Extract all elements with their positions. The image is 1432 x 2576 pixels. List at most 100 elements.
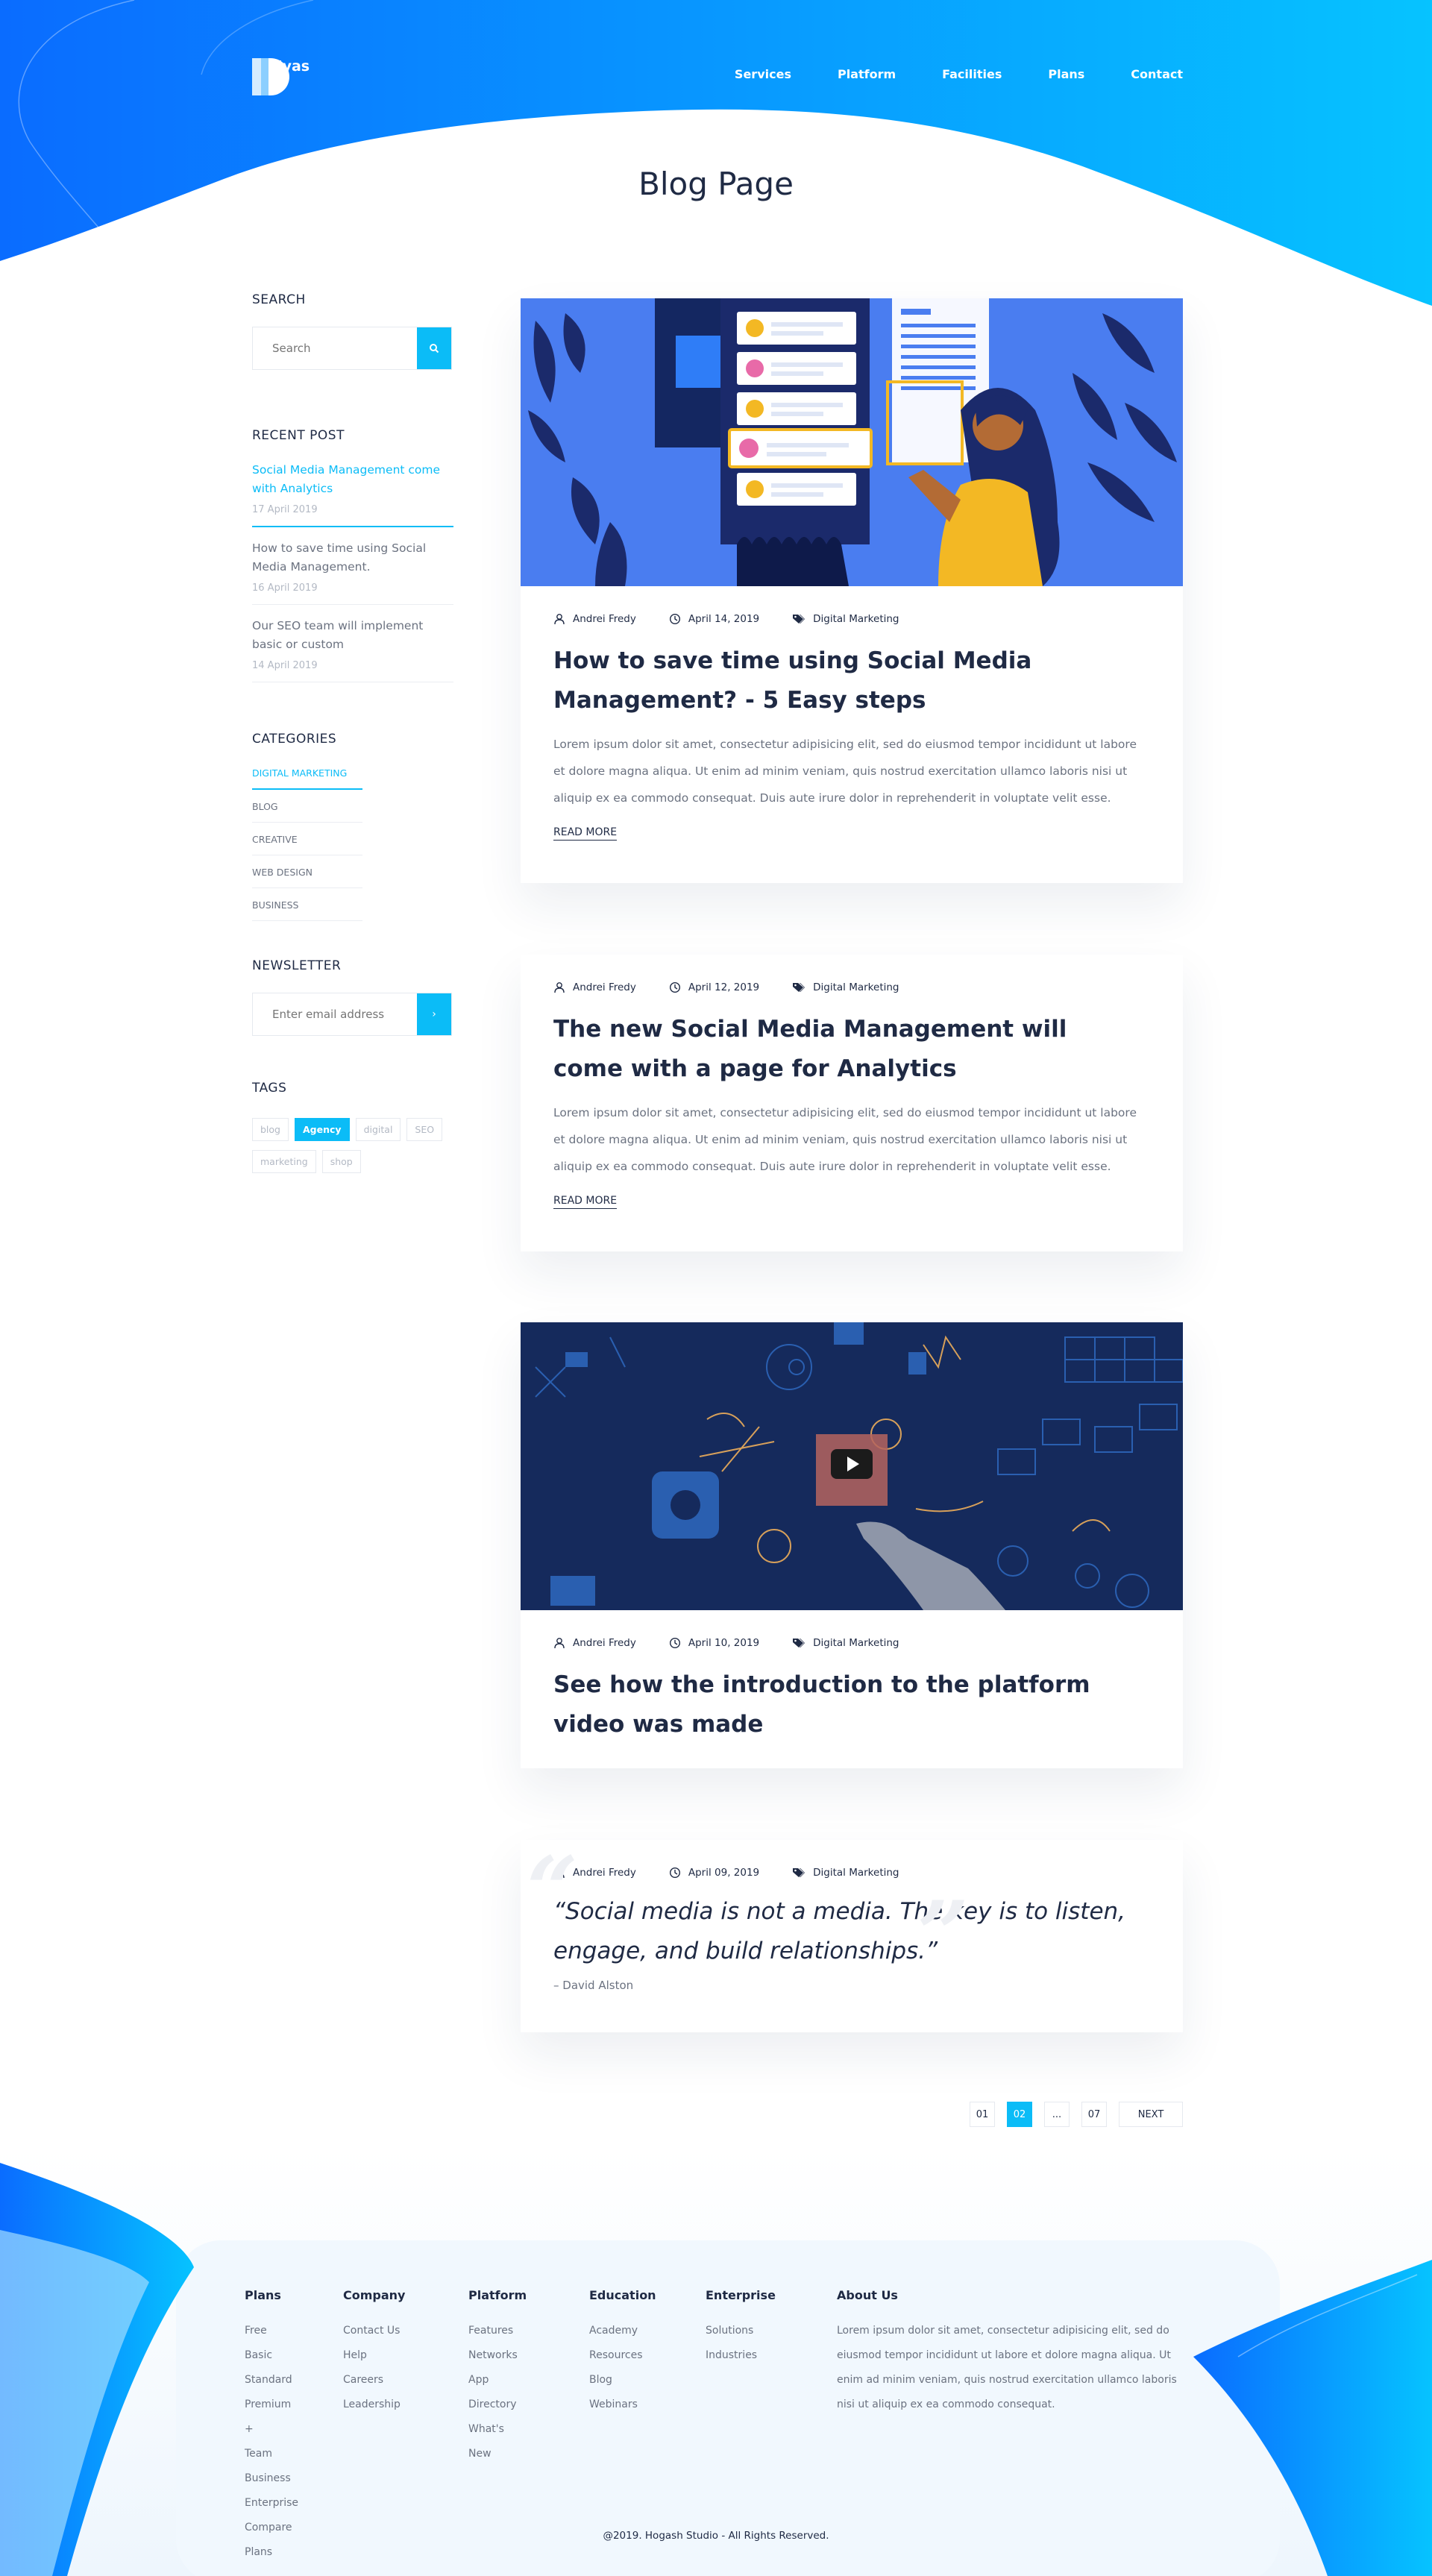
footer-col-enterprise: Enterprise Solutions Industries: [706, 2288, 776, 2368]
post-author-name: Andrei Fredy: [573, 981, 636, 993]
footer-link[interactable]: Careers: [343, 2368, 405, 2393]
recent-post-item[interactable]: How to save time using Social Media Mana…: [252, 527, 453, 605]
footer-link[interactable]: Team: [245, 2442, 298, 2466]
recent-post-item[interactable]: Our SEO team will implement basic or cus…: [252, 605, 453, 682]
footer-link[interactable]: Academy: [589, 2319, 656, 2343]
post-author-name: Andrei Fredy: [573, 1867, 636, 1879]
tag-shop[interactable]: shop: [321, 1150, 361, 1173]
post-quote: “ “Social media is not a media. The key …: [527, 1845, 1150, 1979]
nav-facilities[interactable]: Facilities: [942, 67, 1002, 81]
post-title[interactable]: The new Social Media Management will com…: [553, 1010, 1150, 1089]
footer-link[interactable]: Help: [343, 2343, 405, 2368]
sidebar: SEARCH RECENT POST Social Media Manageme…: [252, 292, 453, 1173]
logo[interactable]: Kallyas: [252, 58, 310, 95]
footer-link[interactable]: App Directory: [468, 2368, 527, 2417]
tag-marketing[interactable]: marketing: [252, 1150, 316, 1173]
next-page-button[interactable]: NEXT: [1119, 2102, 1183, 2127]
post-title-line: video was made: [553, 1711, 764, 1738]
footer-link[interactable]: Enterprise: [245, 2491, 298, 2516]
post-category[interactable]: Digital Marketing: [792, 1867, 899, 1879]
read-more-link[interactable]: READ MORE: [553, 1195, 618, 1209]
tag-seo[interactable]: SEO: [406, 1118, 443, 1141]
search-widget: SEARCH: [252, 292, 453, 370]
post-category[interactable]: Digital Marketing: [792, 613, 899, 625]
nav-platform[interactable]: Platform: [838, 67, 896, 81]
post-category[interactable]: Digital Marketing: [792, 981, 899, 993]
footer-link[interactable]: Standard: [245, 2368, 298, 2393]
tag-blog[interactable]: blog: [252, 1118, 289, 1141]
open-quote-icon: “: [527, 1837, 579, 1942]
nav-plans[interactable]: Plans: [1048, 67, 1084, 81]
category-creative[interactable]: CREATIVE: [252, 834, 362, 855]
page-02[interactable]: 02: [1007, 2102, 1032, 2127]
page-07[interactable]: 07: [1081, 2102, 1107, 2127]
hero-wave-background: [0, 0, 1432, 306]
search-icon: [430, 344, 439, 354]
footer-link[interactable]: Basic: [245, 2343, 298, 2368]
video-thumbnail[interactable]: [521, 1322, 1183, 1610]
newsletter-submit-button[interactable]: ›: [417, 993, 451, 1035]
recent-post-date: 16 April 2019: [252, 582, 318, 594]
post-title[interactable]: See how the introduction to the platform…: [553, 1665, 1150, 1744]
post-date: April 14, 2019: [669, 613, 759, 625]
category-web-design[interactable]: WEB DESIGN: [252, 867, 362, 888]
clock-icon: [669, 613, 680, 625]
footer-link[interactable]: Premium +: [245, 2393, 298, 2442]
footer-link[interactable]: Networks: [468, 2343, 527, 2368]
category-digital-marketing[interactable]: DIGITAL MARKETING: [252, 767, 362, 790]
post-body: Andrei Fredy April 09, 2019 Digital Mark…: [521, 1840, 1183, 1993]
post-title-line: How to save time using Social Media: [553, 647, 1032, 674]
footer-link[interactable]: Business: [245, 2466, 298, 2491]
footer-link[interactable]: Features: [468, 2319, 527, 2343]
blog-post-card: Andrei Fredy April 12, 2019 Digital Mark…: [521, 955, 1183, 1251]
footer-link[interactable]: What's New: [468, 2417, 527, 2466]
recent-post-date: 14 April 2019: [252, 660, 318, 671]
search-input[interactable]: [253, 327, 417, 369]
post-excerpt: Lorem ipsum dolor sit amet, consectetur …: [553, 738, 1137, 805]
footer-link[interactable]: Leadership: [343, 2393, 405, 2417]
footer-col-about: About Us Lorem ipsum dolor sit amet, con…: [837, 2288, 1187, 2417]
category-blog[interactable]: BLOG: [252, 801, 362, 823]
post-category[interactable]: Digital Marketing: [792, 1637, 899, 1649]
search-button[interactable]: [417, 327, 451, 369]
recent-post-title: How to save time using Social Media Mana…: [252, 541, 427, 574]
nav-contact[interactable]: Contact: [1131, 67, 1183, 81]
chevron-right-icon: ›: [432, 1008, 436, 1020]
footer-link[interactable]: Blog: [589, 2368, 656, 2393]
blog-post-card: Andrei Fredy April 10, 2019 Digital Mark…: [521, 1322, 1183, 1768]
newsletter-email-input[interactable]: [253, 993, 417, 1035]
footer-link[interactable]: Contact Us: [343, 2319, 405, 2343]
read-more-link[interactable]: READ MORE: [553, 826, 618, 841]
nav-services[interactable]: Services: [735, 67, 791, 81]
tag-digital[interactable]: digital: [355, 1118, 401, 1141]
footer-col-heading: About Us: [837, 2288, 898, 2302]
footer-link[interactable]: Industries: [706, 2343, 776, 2368]
post-category-text: Digital Marketing: [813, 981, 899, 993]
recent-post-item[interactable]: Social Media Management come with Analyt…: [252, 461, 453, 527]
post-author[interactable]: Andrei Fredy: [553, 981, 636, 993]
post-title[interactable]: How to save time using Social Media Mana…: [553, 641, 1150, 720]
footer-link[interactable]: Resources: [589, 2343, 656, 2368]
post-date: April 12, 2019: [669, 981, 759, 993]
footer-link[interactable]: Free: [245, 2319, 298, 2343]
tag-icon: [793, 615, 806, 623]
recent-post-title: Social Media Management come with Analyt…: [252, 463, 441, 495]
footer-link[interactable]: Solutions: [706, 2319, 776, 2343]
post-meta: Andrei Fredy April 10, 2019 Digital Mark…: [553, 1637, 1150, 1649]
post-author[interactable]: Andrei Fredy: [553, 613, 636, 625]
category-business[interactable]: BUSINESS: [252, 899, 362, 921]
footer-col-platform: Platform Features Networks App Directory…: [468, 2288, 527, 2466]
post-author[interactable]: Andrei Fredy: [553, 1637, 636, 1649]
footer-link[interactable]: Webinars: [589, 2393, 656, 2417]
post-illustration[interactable]: [521, 298, 1183, 586]
post-date-text: April 09, 2019: [688, 1867, 760, 1879]
tag-agency[interactable]: Agency: [295, 1118, 350, 1141]
post-date-text: April 10, 2019: [688, 1637, 760, 1649]
blog-post-card: Andrei Fredy April 09, 2019 Digital Mark…: [521, 1840, 1183, 2032]
recent-post-date: 17 April 2019: [252, 504, 318, 515]
page-title: Blog Page: [638, 166, 794, 202]
footer-about-text: Lorem ipsum dolor sit amet, consectetur …: [837, 2325, 1177, 2410]
post-date-text: April 14, 2019: [688, 613, 760, 625]
categories-heading: CATEGORIES: [252, 732, 337, 747]
page-01[interactable]: 01: [970, 2102, 995, 2127]
